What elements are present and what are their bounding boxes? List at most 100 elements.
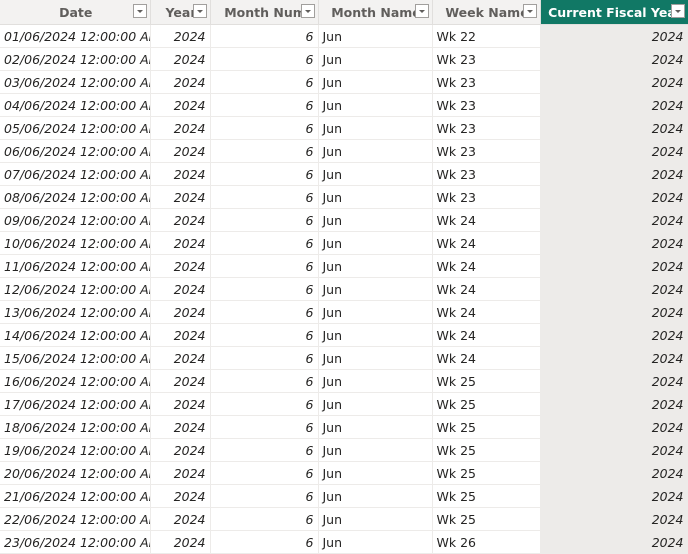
cell-date[interactable]: 03/06/2024 12:00:00 AM — [0, 70, 151, 94]
cell-year[interactable]: 2024 — [150, 369, 211, 393]
filter-dropdown-icon[interactable] — [522, 4, 537, 18]
filter-dropdown-icon[interactable] — [300, 4, 315, 18]
cell-current-fiscal-year[interactable]: 2024 — [540, 530, 688, 554]
cell-current-fiscal-year[interactable]: 2024 — [540, 346, 688, 370]
cell-week-name[interactable]: Wk 24 — [432, 254, 541, 278]
cell-month-name[interactable]: Jun — [318, 70, 433, 94]
cell-date[interactable]: 07/06/2024 12:00:00 AM — [0, 162, 151, 186]
cell-current-fiscal-year[interactable]: 2024 — [540, 300, 688, 324]
column-header-current-fiscal-year[interactable]: Current Fiscal Year — [540, 0, 688, 25]
cell-year[interactable]: 2024 — [150, 323, 211, 347]
column-header-week-name[interactable]: Week Name — [432, 0, 541, 25]
column-header-month-name[interactable]: Month Name — [318, 0, 433, 25]
cell-week-name[interactable]: Wk 23 — [432, 93, 541, 117]
table-row[interactable]: 11/06/2024 12:00:00 AM 2024 6 Jun Wk 24 2024 — [0, 254, 688, 278]
cell-week-name[interactable]: Wk 24 — [432, 231, 541, 255]
cell-month-num[interactable]: 6 — [210, 24, 319, 48]
cell-date[interactable]: 14/06/2024 12:00:00 AM — [0, 323, 151, 347]
cell-current-fiscal-year[interactable]: 2024 — [540, 139, 688, 163]
cell-current-fiscal-year[interactable]: 2024 — [540, 369, 688, 393]
column-header-month-num[interactable]: Month Num — [210, 0, 319, 25]
cell-date[interactable]: 22/06/2024 12:00:00 AM — [0, 507, 151, 531]
cell-year[interactable]: 2024 — [150, 300, 211, 324]
table-row[interactable]: 16/06/2024 12:00:00 AM 2024 6 Jun Wk 25 2024 — [0, 369, 688, 393]
cell-current-fiscal-year[interactable]: 2024 — [540, 70, 688, 94]
cell-week-name[interactable]: Wk 26 — [432, 530, 541, 554]
cell-year[interactable]: 2024 — [150, 461, 211, 485]
cell-current-fiscal-year[interactable]: 2024 — [540, 392, 688, 416]
cell-date[interactable]: 05/06/2024 12:00:00 AM — [0, 116, 151, 140]
cell-current-fiscal-year[interactable]: 2024 — [540, 507, 688, 531]
cell-year[interactable]: 2024 — [150, 24, 211, 48]
cell-month-num[interactable]: 6 — [210, 139, 319, 163]
cell-date[interactable]: 23/06/2024 12:00:00 AM — [0, 530, 151, 554]
filter-dropdown-icon[interactable] — [414, 4, 429, 18]
table-row[interactable]: 18/06/2024 12:00:00 AM 2024 6 Jun Wk 25 2024 — [0, 415, 688, 439]
cell-month-name[interactable]: Jun — [318, 530, 433, 554]
cell-week-name[interactable]: Wk 25 — [432, 461, 541, 485]
cell-date[interactable]: 16/06/2024 12:00:00 AM — [0, 369, 151, 393]
table-row[interactable]: 23/06/2024 12:00:00 AM 2024 6 Jun Wk 26 2024 — [0, 530, 688, 554]
cell-month-num[interactable]: 6 — [210, 300, 319, 324]
table-row[interactable]: 20/06/2024 12:00:00 AM 2024 6 Jun Wk 25 2024 — [0, 461, 688, 485]
cell-date[interactable]: 15/06/2024 12:00:00 AM — [0, 346, 151, 370]
cell-month-num[interactable]: 6 — [210, 277, 319, 301]
filter-dropdown-icon[interactable] — [670, 4, 685, 18]
cell-year[interactable]: 2024 — [150, 185, 211, 209]
cell-week-name[interactable]: Wk 23 — [432, 70, 541, 94]
cell-month-num[interactable]: 6 — [210, 93, 319, 117]
cell-year[interactable]: 2024 — [150, 162, 211, 186]
cell-year[interactable]: 2024 — [150, 346, 211, 370]
cell-year[interactable]: 2024 — [150, 93, 211, 117]
cell-current-fiscal-year[interactable]: 2024 — [540, 415, 688, 439]
cell-year[interactable]: 2024 — [150, 70, 211, 94]
cell-current-fiscal-year[interactable]: 2024 — [540, 93, 688, 117]
cell-month-name[interactable]: Jun — [318, 254, 433, 278]
cell-month-num[interactable]: 6 — [210, 530, 319, 554]
cell-year[interactable]: 2024 — [150, 116, 211, 140]
cell-week-name[interactable]: Wk 25 — [432, 415, 541, 439]
cell-date[interactable]: 08/06/2024 12:00:00 AM — [0, 185, 151, 209]
cell-month-name[interactable]: Jun — [318, 231, 433, 255]
cell-month-num[interactable]: 6 — [210, 116, 319, 140]
cell-date[interactable]: 10/06/2024 12:00:00 AM — [0, 231, 151, 255]
cell-month-num[interactable]: 6 — [210, 162, 319, 186]
cell-current-fiscal-year[interactable]: 2024 — [540, 254, 688, 278]
cell-current-fiscal-year[interactable]: 2024 — [540, 438, 688, 462]
cell-year[interactable]: 2024 — [150, 47, 211, 71]
cell-date[interactable]: 11/06/2024 12:00:00 AM — [0, 254, 151, 278]
cell-week-name[interactable]: Wk 25 — [432, 392, 541, 416]
cell-current-fiscal-year[interactable]: 2024 — [540, 162, 688, 186]
cell-year[interactable]: 2024 — [150, 507, 211, 531]
cell-current-fiscal-year[interactable]: 2024 — [540, 461, 688, 485]
cell-year[interactable]: 2024 — [150, 484, 211, 508]
cell-year[interactable]: 2024 — [150, 231, 211, 255]
cell-date[interactable]: 18/06/2024 12:00:00 AM — [0, 415, 151, 439]
table-row[interactable]: 08/06/2024 12:00:00 AM 2024 6 Jun Wk 23 2024 — [0, 185, 688, 209]
cell-year[interactable]: 2024 — [150, 139, 211, 163]
cell-date[interactable]: 13/06/2024 12:00:00 AM — [0, 300, 151, 324]
table-row[interactable]: 09/06/2024 12:00:00 AM 2024 6 Jun Wk 24 2024 — [0, 208, 688, 232]
cell-current-fiscal-year[interactable]: 2024 — [540, 231, 688, 255]
column-header-year[interactable]: Year — [150, 0, 211, 25]
cell-month-name[interactable]: Jun — [318, 208, 433, 232]
cell-week-name[interactable]: Wk 23 — [432, 185, 541, 209]
cell-year[interactable]: 2024 — [150, 438, 211, 462]
cell-month-num[interactable]: 6 — [210, 438, 319, 462]
table-row[interactable]: 04/06/2024 12:00:00 AM 2024 6 Jun Wk 23 2024 — [0, 93, 688, 117]
cell-month-name[interactable]: Jun — [318, 116, 433, 140]
cell-year[interactable]: 2024 — [150, 254, 211, 278]
cell-month-num[interactable]: 6 — [210, 507, 319, 531]
cell-month-num[interactable]: 6 — [210, 369, 319, 393]
cell-current-fiscal-year[interactable]: 2024 — [540, 24, 688, 48]
cell-week-name[interactable]: Wk 24 — [432, 277, 541, 301]
cell-date[interactable]: 06/06/2024 12:00:00 AM — [0, 139, 151, 163]
cell-month-name[interactable]: Jun — [318, 139, 433, 163]
cell-month-name[interactable]: Jun — [318, 346, 433, 370]
cell-month-name[interactable]: Jun — [318, 24, 433, 48]
table-row[interactable]: 01/06/2024 12:00:00 AM 2024 6 Jun Wk 22 2024 — [0, 24, 688, 48]
cell-month-num[interactable]: 6 — [210, 415, 319, 439]
table-row[interactable]: 13/06/2024 12:00:00 AM 2024 6 Jun Wk 24 2024 — [0, 300, 688, 324]
cell-week-name[interactable]: Wk 23 — [432, 162, 541, 186]
cell-month-num[interactable]: 6 — [210, 346, 319, 370]
